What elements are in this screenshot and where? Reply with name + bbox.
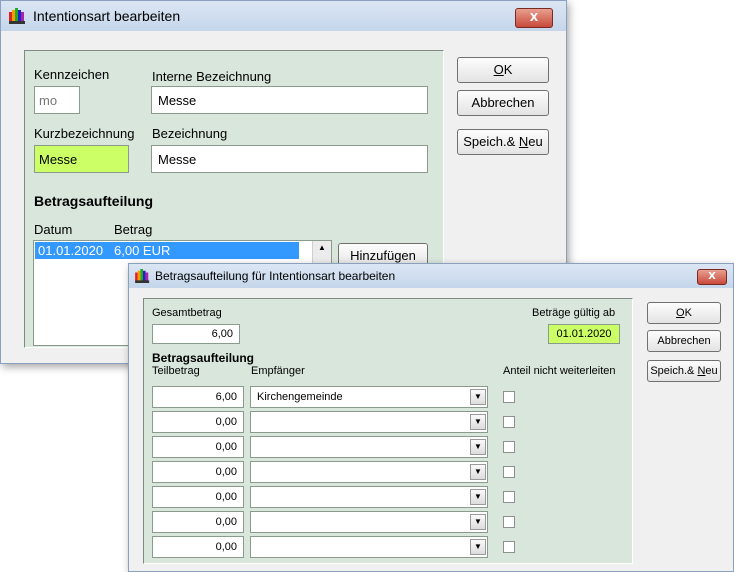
speichern-label-post: eu [705, 365, 718, 377]
window-title: Intentionsart bearbeiten [33, 8, 181, 24]
empfaenger-select[interactable] [250, 536, 488, 558]
anteil-checkbox[interactable] [503, 491, 515, 503]
chevron-down-icon[interactable]: ▼ [470, 389, 486, 405]
list-item[interactable]: 01.01.2020 6,00 EUR [35, 242, 299, 259]
kennzeichen-label: Kennzeichen [34, 67, 110, 82]
empfaenger-column-header: Empfänger [251, 365, 305, 377]
ok-button[interactable]: OK [647, 302, 721, 324]
scroll-up-icon[interactable]: ▲ [313, 243, 331, 252]
abbrechen-button[interactable]: Abbrechen [457, 90, 549, 116]
teilbetrag-input[interactable]: 6,00 [152, 386, 244, 408]
empfaenger-select[interactable] [250, 511, 488, 533]
interne-bezeichnung-label: Interne Bezeichnung [152, 69, 272, 84]
aufteilung-row: 0,00 ▼ [144, 536, 632, 558]
gueltig-ab-input[interactable]: 01.01.2020 [548, 324, 620, 344]
bezeichnung-label: Bezeichnung [152, 126, 228, 141]
ok-button[interactable]: OK [457, 57, 549, 83]
desktop: { "dialog1": { "title": "Intentionsart b… [0, 0, 734, 572]
teilbetrag-input[interactable]: 0,00 [152, 436, 244, 458]
ok-label-rest: K [684, 307, 692, 319]
window-title: Betragsaufteilung für Intentionsart bear… [155, 269, 396, 283]
betragsaufteilung-heading: Betragsaufteilung [152, 351, 255, 365]
chevron-down-icon[interactable]: ▼ [470, 514, 486, 530]
aufteilung-row: 0,00 ▼ [144, 461, 632, 483]
bezeichnung-input[interactable]: Messe [151, 145, 428, 173]
app-icon [135, 269, 151, 286]
anteil-checkbox[interactable] [503, 466, 515, 478]
list-item-datum: 01.01.2020 [38, 243, 104, 258]
anteil-checkbox[interactable] [503, 516, 515, 528]
empfaenger-select[interactable] [250, 411, 488, 433]
ok-label-rest: K [503, 62, 513, 77]
ok-mnemonic: O [676, 307, 685, 319]
chevron-down-icon[interactable]: ▼ [470, 489, 486, 505]
dialog-betragsaufteilung: Betragsaufteilung für Intentionsart bear… [128, 263, 734, 572]
aufteilung-row: 0,00 ▼ [144, 411, 632, 433]
speichern-label-pre: Speich.& [650, 365, 698, 377]
aufteilung-row: 6,00 Kirchengemeinde ▼ [144, 386, 632, 408]
list-item-betrag: 6,00 EUR [114, 243, 171, 258]
teilbetrag-input[interactable]: 0,00 [152, 461, 244, 483]
empfaenger-select[interactable] [250, 486, 488, 508]
ok-mnemonic: O [493, 62, 504, 77]
kurzbezeichnung-input[interactable]: Messe [34, 145, 129, 173]
speichern-label-post: eu [528, 134, 543, 149]
empfaenger-select[interactable] [250, 461, 488, 483]
kennzeichen-input[interactable]: mo [34, 86, 80, 114]
title-bar[interactable]: Betragsaufteilung für Intentionsart bear… [129, 264, 733, 288]
interne-bezeichnung-input[interactable]: Messe [151, 86, 428, 114]
anteil-checkbox[interactable] [503, 391, 515, 403]
speichern-mnemonic: N [518, 134, 529, 149]
gesamtbetrag-label: Gesamtbetrag [152, 307, 222, 319]
aufteilung-row: 0,00 ▼ [144, 436, 632, 458]
betrag-column-header: Betrag [114, 222, 153, 237]
aufteilung-row: 0,00 ▼ [144, 486, 632, 508]
anteil-checkbox[interactable] [503, 541, 515, 553]
main-panel: Gesamtbetrag 6,00 Beträge gültig ab 01.0… [143, 298, 633, 564]
close-button[interactable]: X [515, 8, 553, 28]
gueltig-ab-label: Beträge gültig ab [532, 307, 616, 319]
teilbetrag-column-header: Teilbetrag [152, 365, 200, 377]
chevron-down-icon[interactable]: ▼ [470, 439, 486, 455]
empfaenger-select[interactable] [250, 436, 488, 458]
betragsaufteilung-heading: Betragsaufteilung [34, 193, 154, 209]
empfaenger-value: Kirchengemeinde [257, 391, 343, 403]
chevron-down-icon[interactable]: ▼ [470, 539, 486, 555]
speichern-neu-button[interactable]: Speich.& Neu [647, 360, 721, 382]
teilbetrag-input[interactable]: 0,00 [152, 486, 244, 508]
anteil-checkbox[interactable] [503, 416, 515, 428]
speichern-neu-button[interactable]: Speich.& Neu [457, 129, 549, 155]
aufteilung-row: 0,00 ▼ [144, 511, 632, 533]
app-icon [9, 8, 27, 27]
abbrechen-button[interactable]: Abbrechen [647, 330, 721, 352]
teilbetrag-input[interactable]: 0,00 [152, 511, 244, 533]
chevron-down-icon[interactable]: ▼ [470, 414, 486, 430]
speichern-label-pre: Speich.& [463, 134, 519, 149]
teilbetrag-input[interactable]: 0,00 [152, 411, 244, 433]
chevron-down-icon[interactable]: ▼ [470, 464, 486, 480]
title-bar[interactable]: Intentionsart bearbeiten X [1, 1, 566, 31]
anteil-column-header: Anteil nicht weiterleiten [503, 365, 616, 377]
anteil-checkbox[interactable] [503, 441, 515, 453]
teilbetrag-input[interactable]: 0,00 [152, 536, 244, 558]
gesamtbetrag-input[interactable]: 6,00 [152, 324, 240, 344]
close-button[interactable]: X [697, 269, 727, 285]
datum-column-header: Datum [34, 222, 73, 237]
kurzbezeichnung-label: Kurzbezeichnung [34, 126, 135, 141]
empfaenger-select[interactable]: Kirchengemeinde [250, 386, 488, 408]
